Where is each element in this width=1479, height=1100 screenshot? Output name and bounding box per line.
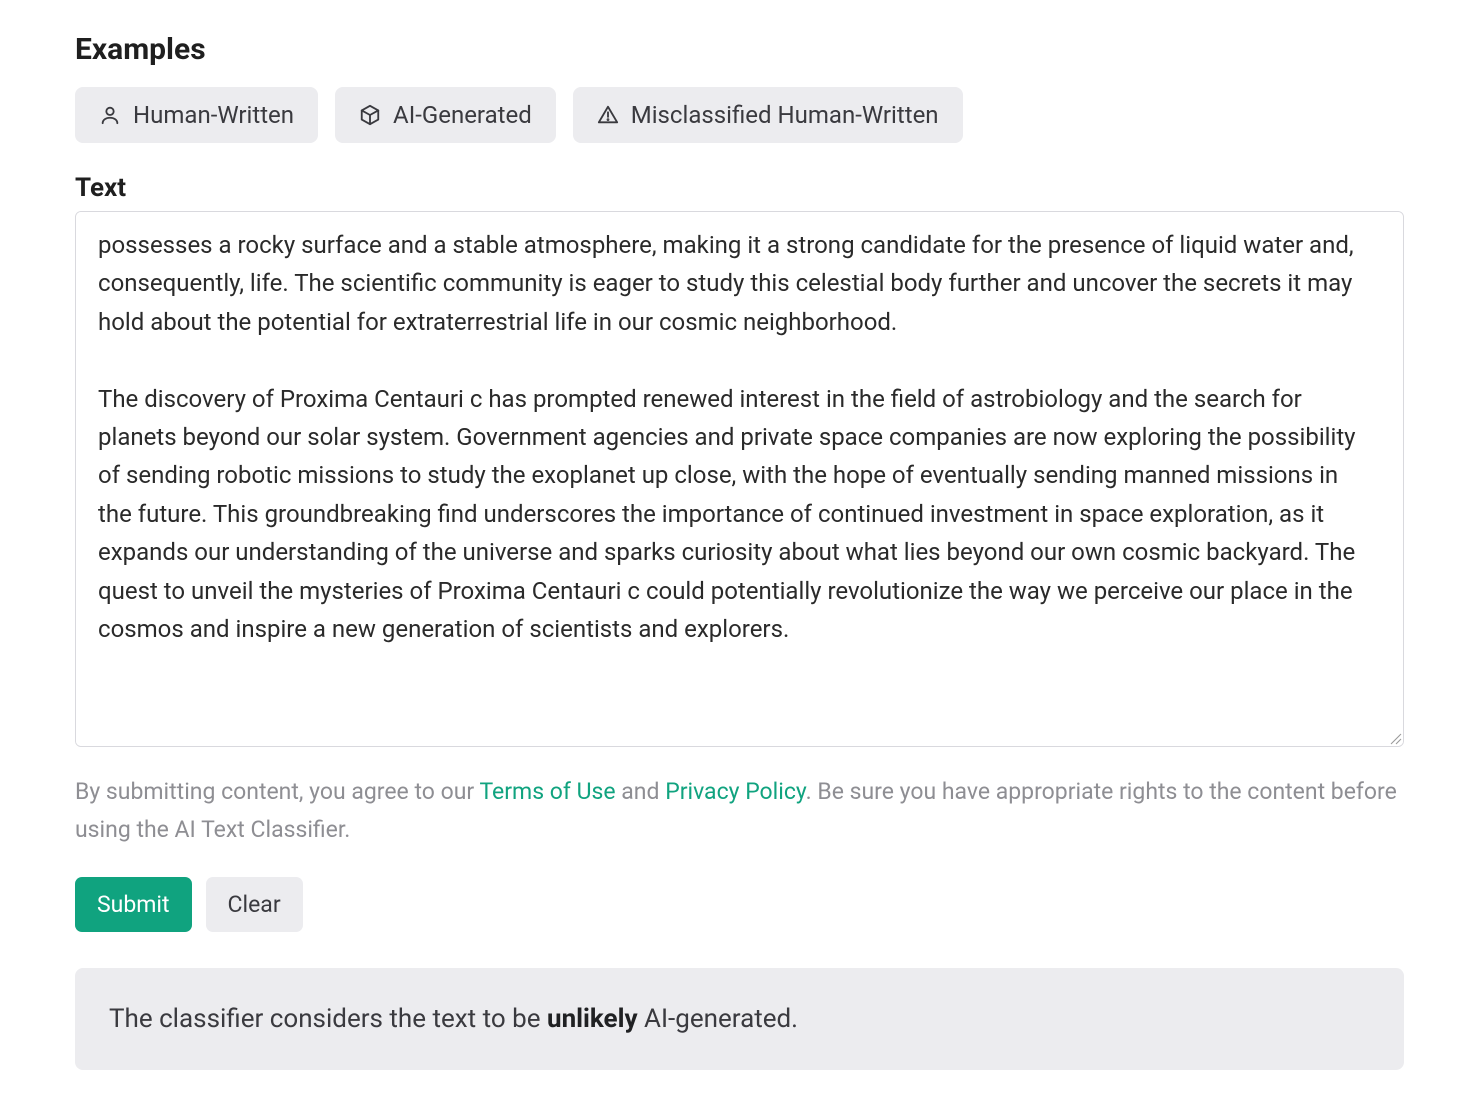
text-input-wrapper bbox=[75, 211, 1404, 747]
chip-label: Misclassified Human-Written bbox=[631, 101, 939, 129]
chip-label: AI-Generated bbox=[393, 101, 532, 129]
text-heading: Text bbox=[75, 173, 1404, 203]
examples-heading: Examples bbox=[75, 32, 1404, 67]
submit-button[interactable]: Submit bbox=[75, 877, 192, 932]
classifier-page: Examples Human-Written AI-Generated Mis bbox=[0, 0, 1479, 1100]
example-chips-row: Human-Written AI-Generated Misclassified… bbox=[75, 87, 1404, 143]
result-prefix: The classifier considers the text to be bbox=[109, 1004, 547, 1034]
example-chip-ai-generated[interactable]: AI-Generated bbox=[335, 87, 556, 143]
privacy-policy-link[interactable]: Privacy Policy bbox=[665, 778, 805, 805]
result-suffix: AI-generated. bbox=[638, 1004, 798, 1034]
legal-prefix: By submitting content, you agree to our bbox=[75, 778, 479, 805]
chip-label: Human-Written bbox=[133, 101, 294, 129]
terms-of-use-link[interactable]: Terms of Use bbox=[479, 778, 615, 805]
user-icon bbox=[99, 104, 121, 126]
legal-and: and bbox=[616, 778, 666, 805]
legal-text: By submitting content, you agree to our … bbox=[75, 773, 1404, 849]
action-buttons-row: Submit Clear bbox=[75, 877, 1404, 932]
clear-button[interactable]: Clear bbox=[206, 877, 303, 932]
example-chip-human-written[interactable]: Human-Written bbox=[75, 87, 318, 143]
warning-icon bbox=[597, 104, 619, 126]
result-box: The classifier considers the text to be … bbox=[75, 968, 1404, 1070]
cube-icon bbox=[359, 104, 381, 126]
text-input[interactable] bbox=[76, 212, 1403, 746]
result-verdict: unlikely bbox=[547, 1004, 638, 1034]
example-chip-misclassified[interactable]: Misclassified Human-Written bbox=[573, 87, 963, 143]
